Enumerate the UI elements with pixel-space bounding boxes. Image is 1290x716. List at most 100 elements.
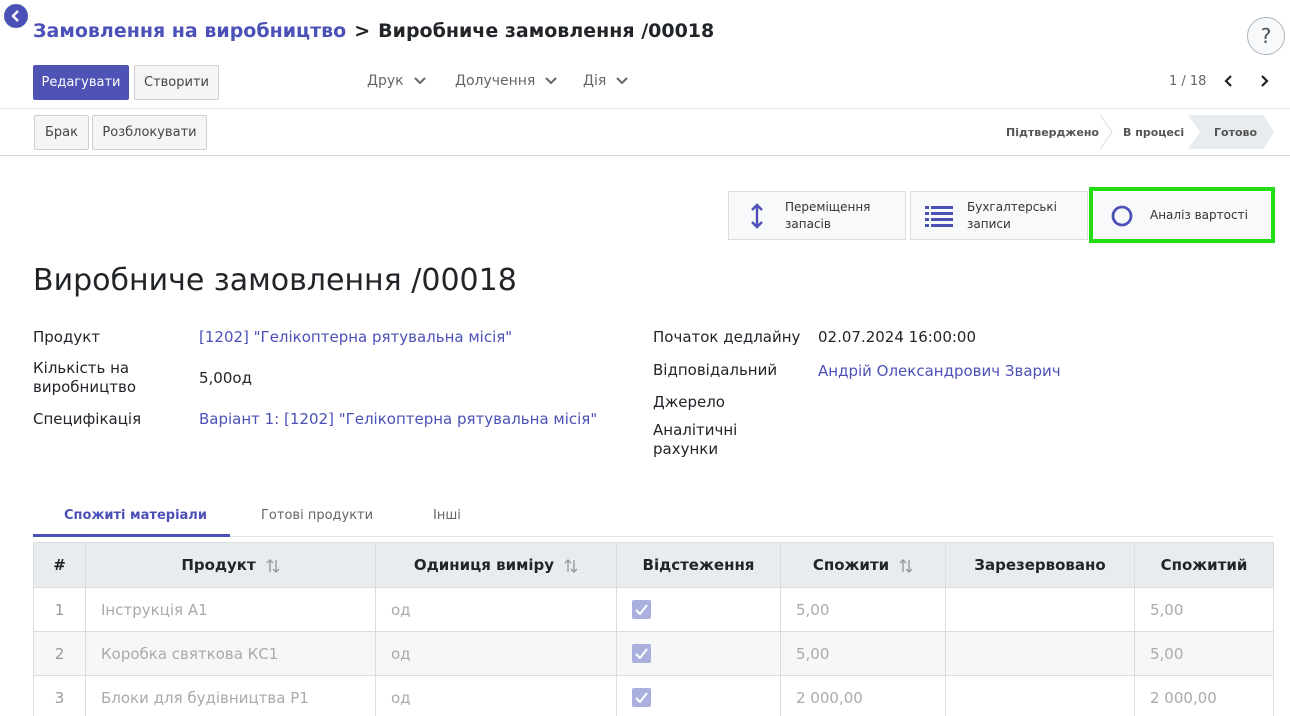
quantity-label-line2: виробництво xyxy=(33,378,137,396)
column-header-uom-label: Одиниця виміру xyxy=(413,556,555,574)
stock-moves-button[interactable]: Переміщення запасів xyxy=(728,191,906,240)
accounting-label-1: Бухгалтерські xyxy=(967,200,1058,215)
active-tab-indicator xyxy=(33,534,230,537)
breadcrumb: Замовлення на виробництво > Виробниче за… xyxy=(33,20,714,42)
row-number: 1 xyxy=(33,587,86,632)
sort-icon xyxy=(266,558,280,573)
bom-value-link[interactable]: Варіант 1: [1202] "Гелікоптерна рятуваль… xyxy=(199,410,597,428)
unlock-button[interactable]: Розблокувати xyxy=(92,115,207,150)
print-dropdown-label: Друк xyxy=(367,73,404,89)
row-consumed: 5,00 xyxy=(1134,587,1274,632)
edit-button[interactable]: Редагувати xyxy=(33,65,129,100)
row-number: 2 xyxy=(33,631,86,676)
row-tracking xyxy=(616,675,781,716)
column-header-tracking: Відстеження xyxy=(616,542,781,588)
tab-consumed-materials[interactable]: Спожиті матеріали xyxy=(64,508,207,523)
status-confirmed[interactable]: Підтверджено xyxy=(1006,115,1099,149)
analytic-label-line2: рахунки xyxy=(653,440,719,458)
column-header-to-consume[interactable]: Спожити xyxy=(780,542,946,588)
column-header-reserved: Зарезервовано xyxy=(945,542,1135,588)
list-icon xyxy=(921,205,957,227)
responsible-label: Відповідальний xyxy=(653,361,778,379)
table-row[interactable]: 3 Блоки для будівництва Р1 од 2 000,00 2… xyxy=(33,675,1274,716)
column-header-product[interactable]: Продукт xyxy=(85,542,376,588)
status-separator-arrow xyxy=(1099,115,1113,149)
checkbox-checked-icon xyxy=(632,644,651,663)
pager-value[interactable]: 1 / 18 xyxy=(1169,74,1206,89)
stock-moves-label-1: Переміщення xyxy=(785,200,871,215)
help-icon[interactable]: ? xyxy=(1247,17,1285,55)
bom-label: Специфікація xyxy=(33,410,142,428)
checkbox-checked-icon xyxy=(632,688,651,707)
row-consumed: 5,00 xyxy=(1134,631,1274,676)
table-header-row: # Продукт Одиниця виміру Відстеження Спо… xyxy=(33,542,1274,588)
attachments-dropdown-label: Долучення xyxy=(455,73,536,89)
create-button[interactable]: Створити xyxy=(134,65,219,100)
deadline-label: Початок дедлайну xyxy=(653,328,801,346)
analytic-label-line1: Аналітичні xyxy=(653,421,738,439)
column-header-product-label: Продукт xyxy=(181,556,256,574)
vertical-arrows-icon xyxy=(739,202,775,229)
highlight-box xyxy=(1089,187,1275,243)
row-product: Інструкція А1 xyxy=(85,587,376,632)
row-reserved xyxy=(945,631,1135,676)
row-product: Коробка святкова КС1 xyxy=(85,631,376,676)
row-number: 3 xyxy=(33,675,86,716)
row-uom: од xyxy=(375,631,617,676)
row-reserved xyxy=(945,675,1135,716)
accounting-entries-button[interactable]: Бухгалтерські записи xyxy=(910,191,1088,240)
checkbox-checked-icon xyxy=(632,600,651,619)
print-dropdown[interactable]: Друк xyxy=(367,73,428,89)
scrap-button[interactable]: Брак xyxy=(34,115,89,150)
product-value-link[interactable]: [1202] "Гелікоптерна рятувальна місія" xyxy=(199,328,512,346)
chevron-down-icon xyxy=(413,77,426,85)
column-header-uom[interactable]: Одиниця виміру xyxy=(375,542,617,588)
chevron-right-icon xyxy=(1261,75,1269,87)
row-tracking xyxy=(616,587,781,632)
tab-other[interactable]: Інші xyxy=(433,508,461,523)
row-consumed: 2 000,00 xyxy=(1134,675,1274,716)
product-label: Продукт xyxy=(33,328,101,346)
row-reserved xyxy=(945,587,1135,632)
record-title: Виробниче замовлення /00018 xyxy=(33,263,517,298)
row-to-consume: 5,00 xyxy=(780,587,946,632)
responsible-value-link[interactable]: Андрій Олександрович Зварич xyxy=(818,362,1061,380)
tab-finished-products[interactable]: Готові продукти xyxy=(261,508,373,523)
breadcrumb-separator: > xyxy=(354,20,371,42)
chevron-left-icon xyxy=(1224,75,1232,87)
row-uom: од xyxy=(375,675,617,716)
quantity-label-line1: Кількість на xyxy=(33,359,130,377)
table-row[interactable]: 1 Інструкція А1 од 5,00 5,00 xyxy=(33,587,1274,632)
column-header-consumed: Спожитий xyxy=(1134,542,1274,588)
back-arrow-icon[interactable] xyxy=(4,4,28,28)
row-to-consume: 5,00 xyxy=(780,631,946,676)
row-product: Блоки для будівництва Р1 xyxy=(85,675,376,716)
breadcrumb-current: Виробниче замовлення /00018 xyxy=(378,20,715,42)
status-in-progress[interactable]: В процесі xyxy=(1123,115,1184,149)
row-tracking xyxy=(616,631,781,676)
deadline-value: 02.07.2024 16:00:00 xyxy=(818,328,977,346)
column-header-number: # xyxy=(33,542,86,588)
stock-moves-label-2: запасів xyxy=(785,216,831,231)
action-dropdown[interactable]: Дія xyxy=(583,73,630,89)
column-header-to-consume-label: Спожити xyxy=(812,556,890,574)
pager-previous-button[interactable] xyxy=(1220,72,1238,90)
chevron-down-icon xyxy=(616,77,628,85)
attachments-dropdown[interactable]: Долучення xyxy=(455,73,559,89)
quantity-value: 5,00од xyxy=(199,369,252,387)
chevron-down-icon xyxy=(545,77,558,85)
sort-icon xyxy=(564,558,578,573)
source-label: Джерело xyxy=(653,393,725,411)
action-dropdown-label: Дія xyxy=(583,73,607,89)
table-row[interactable]: 2 Коробка святкова КС1 од 5,00 5,00 xyxy=(33,631,1274,676)
quantity-label: Кількість на виробництво xyxy=(33,359,136,397)
analytic-accounts-label: Аналітичні рахунки xyxy=(653,421,737,459)
materials-table: # Продукт Одиниця виміру Відстеження Спо… xyxy=(33,542,1274,716)
accounting-label-2: записи xyxy=(967,216,1011,231)
row-uom: од xyxy=(375,587,617,632)
row-to-consume: 2 000,00 xyxy=(780,675,946,716)
breadcrumb-parent-link[interactable]: Замовлення на виробництво xyxy=(33,20,346,42)
status-done[interactable]: Готово xyxy=(1188,115,1274,149)
pager-next-button[interactable] xyxy=(1255,72,1273,90)
sort-icon xyxy=(899,558,913,573)
